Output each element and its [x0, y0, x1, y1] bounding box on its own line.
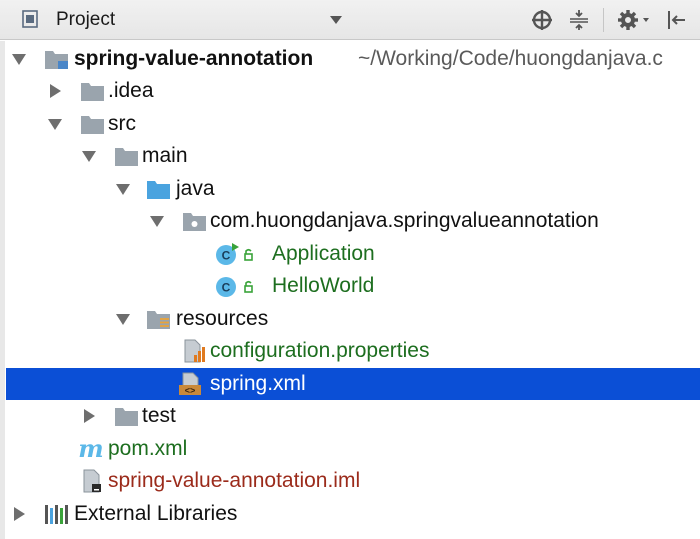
tree-item-label: .idea	[108, 79, 154, 102]
expanded-arrow-icon[interactable]	[116, 182, 130, 196]
folder-icon	[114, 404, 140, 428]
tree-item-label: java	[176, 177, 215, 200]
tree-item-label: resources	[176, 307, 269, 330]
tree-item-label: main	[142, 144, 188, 167]
iml-file-icon	[80, 469, 106, 493]
runnable-class-icon: C	[214, 242, 254, 266]
collapsed-arrow-icon[interactable]	[12, 507, 26, 521]
tree-item-idea[interactable]: .idea	[6, 75, 700, 107]
tree-item-label: External Libraries	[74, 502, 238, 525]
tree-item-spring-xml[interactable]: <> spring.xml	[6, 368, 700, 400]
xml-file-icon: <>	[178, 372, 204, 397]
dropdown-chevron-icon[interactable]	[326, 10, 346, 30]
collapse-all-icon[interactable]	[566, 8, 592, 32]
tree-item-main[interactable]: main	[6, 140, 700, 172]
libraries-icon	[44, 502, 70, 526]
tree-item-src[interactable]: src	[6, 108, 700, 140]
tree-item-package[interactable]: com.huongdanjava.springvalueannotation	[6, 205, 700, 237]
module-folder-icon	[44, 47, 70, 71]
package-icon	[182, 209, 208, 233]
expanded-arrow-icon[interactable]	[12, 52, 26, 66]
locate-icon[interactable]	[530, 8, 554, 32]
svg-text:C: C	[222, 249, 231, 263]
settings-icon[interactable]	[616, 8, 654, 32]
tree-item-external-libraries[interactable]: External Libraries	[6, 498, 700, 530]
tree-item-root-module[interactable]: spring-value-annotation ~/Working/Code/h…	[6, 43, 700, 75]
tree-item-java[interactable]: java	[6, 173, 700, 205]
tree-item-configuration-properties[interactable]: configuration.properties	[6, 335, 700, 367]
tree-item-label: spring.xml	[210, 372, 306, 395]
expanded-arrow-icon[interactable]	[116, 312, 130, 326]
tree-item-label: com.huongdanjava.springvalueannotation	[210, 209, 599, 232]
collapsed-arrow-icon[interactable]	[48, 84, 62, 98]
svg-text:C: C	[222, 281, 231, 295]
project-tree: spring-value-annotation ~/Working/Code/h…	[0, 41, 700, 539]
project-toolbar: Project	[0, 0, 700, 40]
properties-file-icon	[182, 339, 208, 363]
expanded-arrow-icon[interactable]	[82, 149, 96, 163]
folder-icon	[80, 79, 106, 103]
svg-text:m: m	[78, 437, 103, 461]
tree-item-test[interactable]: test	[6, 400, 700, 432]
project-view-icon[interactable]	[22, 10, 38, 28]
tree-item-pom-xml[interactable]: m pom.xml	[6, 433, 700, 465]
tree-item-label: src	[108, 112, 136, 135]
maven-icon: m	[78, 434, 104, 463]
collapsed-arrow-icon[interactable]	[82, 409, 96, 423]
tree-item-resources[interactable]: resources	[6, 303, 700, 335]
expanded-arrow-icon[interactable]	[48, 117, 62, 131]
tree-item-iml[interactable]: spring-value-annotation.iml	[6, 465, 700, 497]
class-icon: C	[214, 274, 254, 298]
tree-item-label: test	[142, 404, 176, 427]
tree-item-label: pom.xml	[108, 437, 188, 460]
source-folder-icon	[146, 177, 172, 201]
folder-icon	[80, 112, 106, 136]
svg-text:<>: <>	[185, 387, 196, 397]
toolbar-separator	[603, 8, 604, 32]
panel-title[interactable]: Project	[56, 9, 115, 31]
expanded-arrow-icon[interactable]	[150, 214, 164, 228]
tree-item-application[interactable]: C Application	[6, 238, 700, 270]
folder-icon	[114, 144, 140, 168]
tree-item-label: spring-value-annotation	[74, 47, 314, 70]
tree-item-label: spring-value-annotation.iml	[108, 469, 361, 492]
tree-item-label: HelloWorld	[272, 274, 375, 297]
tree-item-label: Application	[272, 242, 375, 265]
tree-item-label: configuration.properties	[210, 339, 430, 362]
resources-folder-icon	[146, 307, 172, 331]
project-panel: Project spring-value-annotation ~/Workin…	[0, 0, 700, 539]
module-path: ~/Working/Code/huongdanjava.c	[358, 47, 663, 70]
hide-panel-icon[interactable]	[664, 8, 688, 32]
tree-item-helloworld[interactable]: C HelloWorld	[6, 270, 700, 302]
